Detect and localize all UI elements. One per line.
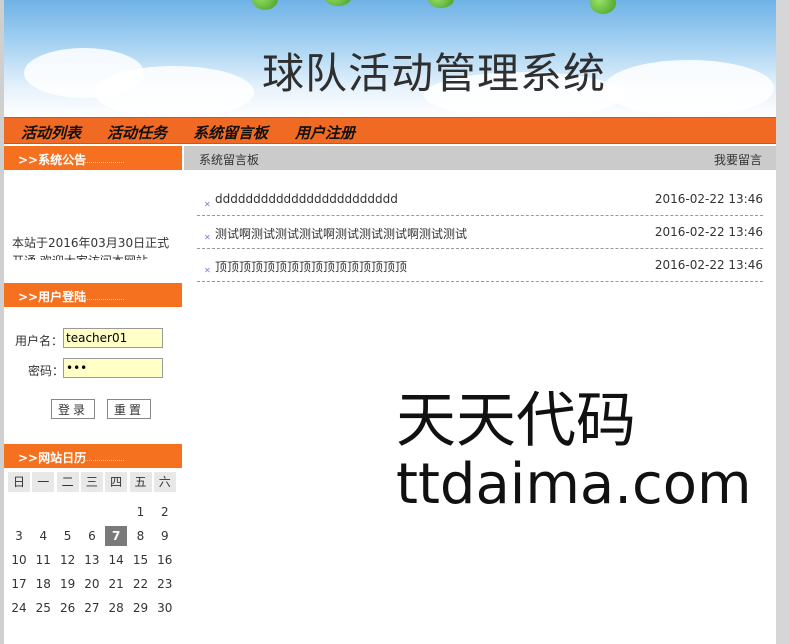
calendar-day[interactable]: 25 — [32, 598, 54, 618]
calendar-day[interactable]: 23 — [154, 574, 176, 594]
calendar-day[interactable]: 30 — [154, 598, 176, 618]
calendar-day[interactable]: 17 — [8, 574, 30, 594]
site-title: 球队活动管理系统 — [262, 49, 607, 98]
notice-panel-title: >>系统公告 — [18, 153, 87, 167]
notice-panel-header: >>系统公告 — [4, 146, 182, 170]
calendar-weekday: 三 — [80, 472, 103, 492]
bullet-icon: ✕ — [204, 200, 211, 209]
calendar-day[interactable]: 16 — [154, 550, 176, 570]
scrollbar-track[interactable] — [776, 0, 789, 644]
calendar-day[interactable]: 4 — [32, 526, 54, 546]
calendar-day[interactable]: 20 — [81, 574, 103, 594]
username-input[interactable] — [63, 328, 163, 348]
post-message-link[interactable]: 我要留言 — [714, 151, 762, 168]
login-panel-title: >>用户登陆 — [18, 290, 87, 304]
leaf-decoration-icon — [428, 0, 454, 8]
message-row: ✕ dddddddddddddddddddddddd 2016-02-22 13… — [197, 182, 763, 216]
message-board-header: 系统留言板 我要留言 — [184, 146, 776, 170]
calendar-day[interactable]: 22 — [130, 574, 152, 594]
leaf-decoration-icon — [324, 0, 352, 6]
nav-message-board[interactable]: 系统留言板 — [193, 122, 268, 143]
calendar-day[interactable]: 24 — [8, 598, 30, 618]
page: 球队活动管理系统 活动列表 活动任务 系统留言板 用户注册 >>系统公告 本站于… — [4, 0, 776, 644]
login-button[interactable]: 登录 — [51, 399, 95, 419]
login-panel-header: >>用户登陆 — [4, 283, 182, 307]
calendar-day[interactable]: 9 — [154, 526, 176, 546]
message-title[interactable]: 测试啊测试测试测试啊测试测试测试啊测试测试 — [215, 225, 467, 242]
calendar-day[interactable]: 1 — [130, 502, 152, 522]
calendar-day[interactable]: 29 — [130, 598, 152, 618]
calendar-weekday: 四 — [105, 472, 128, 492]
calendar-day[interactable]: 12 — [57, 550, 79, 570]
calendar-weekday: 二 — [56, 472, 79, 492]
calendar-day[interactable]: 13 — [81, 550, 103, 570]
watermark-line2: ttdaima.com — [396, 452, 752, 517]
message-row: ✕ 顶顶顶顶顶顶顶顶顶顶顶顶顶顶顶顶 2016-02-22 13:46 — [197, 248, 763, 282]
main-nav: 活动列表 活动任务 系统留言板 用户注册 — [4, 117, 776, 144]
leaf-decoration-icon — [590, 0, 616, 14]
header-banner: 球队活动管理系统 — [4, 0, 776, 117]
calendar-day[interactable]: 5 — [57, 526, 79, 546]
calendar-day[interactable]: 18 — [32, 574, 54, 594]
calendar-day[interactable]: 2 — [154, 502, 176, 522]
password-label: 密码： — [28, 364, 65, 378]
calendar-day[interactable]: 6 — [81, 526, 103, 546]
nav-activity-list[interactable]: 活动列表 — [21, 122, 81, 143]
nav-user-register[interactable]: 用户注册 — [295, 122, 355, 143]
calendar-today[interactable]: 7 — [105, 526, 128, 546]
calendar-weekday: 一 — [32, 472, 55, 492]
message-date: 2016-02-22 13:46 — [654, 225, 763, 239]
calendar-day[interactable]: 8 — [130, 526, 152, 546]
message-board-title: 系统留言板 — [199, 153, 260, 167]
message-row: ✕ 测试啊测试测试测试啊测试测试测试啊测试测试 2016-02-22 13:46 — [197, 215, 763, 249]
calendar-panel-title: >>网站日历 — [18, 451, 87, 465]
calendar-day[interactable]: 14 — [105, 550, 127, 570]
leaf-decoration-icon — [252, 0, 278, 10]
calendar-weekday: 六 — [153, 472, 176, 492]
calendar-day[interactable]: 28 — [105, 598, 127, 618]
reset-button[interactable]: 重置 — [107, 399, 151, 419]
message-title[interactable]: dddddddddddddddddddddddd — [215, 192, 398, 206]
password-input[interactable] — [63, 358, 163, 378]
username-label: 用户名： — [15, 334, 64, 348]
calendar-day[interactable]: 15 — [130, 550, 152, 570]
bullet-icon: ✕ — [204, 233, 211, 242]
watermark-line1: 天天代码 — [396, 386, 636, 456]
notice-text: 本站于2016年03月30日正式开通,欢迎大家访问本网站 — [12, 236, 170, 260]
nav-activity-tasks[interactable]: 活动任务 — [107, 122, 167, 143]
calendar-panel-header: >>网站日历 — [4, 444, 182, 468]
message-date: 2016-02-22 13:46 — [654, 258, 763, 272]
bullet-icon: ✕ — [204, 266, 211, 275]
calendar-day[interactable]: 26 — [57, 598, 79, 618]
calendar-day[interactable]: 19 — [57, 574, 79, 594]
calendar-day[interactable]: 21 — [105, 574, 127, 594]
message-date: 2016-02-22 13:46 — [654, 192, 763, 206]
calendar-day[interactable]: 27 — [81, 598, 103, 618]
calendar-day[interactable]: 10 — [8, 550, 30, 570]
message-title[interactable]: 顶顶顶顶顶顶顶顶顶顶顶顶顶顶顶顶 — [215, 258, 407, 275]
calendar-day[interactable]: 11 — [32, 550, 54, 570]
calendar-weekday: 日 — [8, 472, 30, 492]
calendar-weekday: 五 — [129, 472, 152, 492]
calendar-day[interactable]: 3 — [8, 526, 30, 546]
